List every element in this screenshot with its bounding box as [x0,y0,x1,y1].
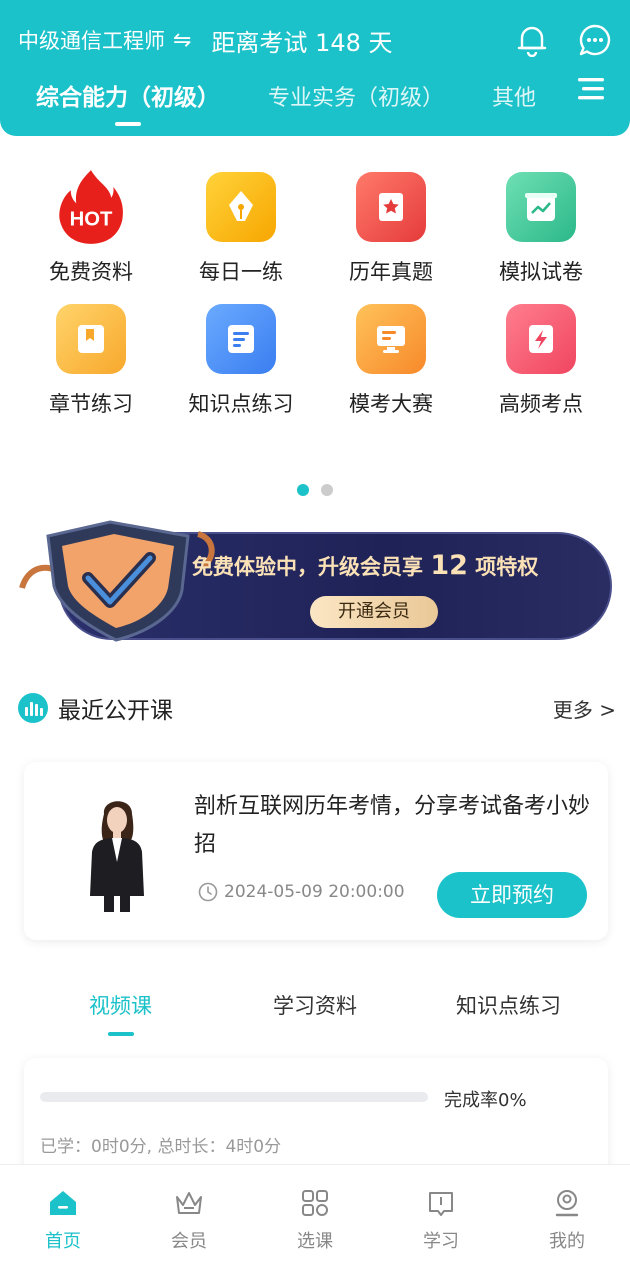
user-icon [555,1190,579,1217]
grid-label: 高频考点 [499,392,583,416]
grid-item-mock-papers[interactable]: 模拟试卷 [466,172,616,286]
monitor-icon [356,304,426,374]
home-icon [50,1191,76,1215]
grid-label: 章节练习 [49,392,133,416]
section-header-public-courses: 最近公开课 更多 > [18,688,616,728]
bookmark-icon [56,304,126,374]
tab-comprehensive[interactable]: 综合能力（初级） [36,78,220,112]
nav-item-profile[interactable]: 我的 [504,1165,630,1280]
document-icon [206,304,276,374]
course-time-row: 2024-05-09 20:00:00 [198,882,405,902]
header: 中级通信工程师 ⇋ 距离考试 148 天 综合能力（初级） 专业实务（初级） 其… [0,0,630,136]
banner-text-prefix: 免费体验中，升级会员享 [192,555,431,579]
grid-icon [302,1190,328,1216]
pen-nib-icon [206,172,276,242]
banner-privilege-count: 12 [430,550,468,581]
open-membership-button[interactable]: 开通会员 [310,596,438,628]
grid-item-free-materials[interactable]: HOT 免费资料 [16,170,166,286]
lightning-icon [506,304,576,374]
tab-knowledge-practice[interactable]: 知识点练习 [456,990,561,1020]
study-time-info: 已学：0时0分, 总时长：4时0分 [40,1137,282,1157]
subject-tabs: 综合能力（初级） 专业实务（初级） 其他 [36,78,584,112]
exam-countdown: 距离考试 148 天 [211,28,393,57]
menu-icon[interactable] [578,78,604,104]
nav-item-home[interactable]: 首页 [0,1165,126,1280]
nav-label: 学习 [423,1231,459,1252]
page-indicator [0,484,630,496]
page-dot-active[interactable] [297,484,309,496]
grid-label: 模考大赛 [349,392,433,416]
bottom-nav: 首页 会员 选课 学习 我的 [0,1164,630,1280]
grid-label: 模拟试卷 [499,260,583,284]
header-top-row: 中级通信工程师 ⇋ 距离考试 148 天 [18,20,612,60]
crown-icon [176,1192,202,1214]
nav-item-courses[interactable]: 选课 [252,1165,378,1280]
page-dot[interactable] [321,484,333,496]
tab-study-materials[interactable]: 学习资料 [273,990,357,1020]
grid-item-daily-practice[interactable]: 每日一练 [166,172,316,286]
teacher-avatar [90,801,144,912]
feature-grid: HOT 免费资料 每日一练 历年真题 模拟试卷 章节练习 知识点练习 模考大赛 … [16,170,616,418]
grid-item-past-exams[interactable]: 历年真题 [316,172,466,286]
section-title: 最近公开课 [58,698,173,724]
course-title: 剖析互联网历年考情，分享考试备考小妙招 [194,794,591,857]
book-icon [429,1192,453,1216]
nav-label: 选课 [297,1231,333,1252]
grid-label: 知识点练习 [188,392,294,416]
content-tabs: 视频课 学习资料 知识点练习 [0,990,630,1030]
bell-icon[interactable] [516,23,548,57]
more-link[interactable]: 更多 > [553,694,616,723]
nav-label: 我的 [549,1231,585,1252]
course-time: 2024-05-09 20:00:00 [224,882,405,902]
hot-fire-icon: HOT [56,170,126,244]
tab-other[interactable]: 其他 [492,80,536,112]
star-book-icon [356,172,426,242]
grid-item-knowledge-practice[interactable]: 知识点练习 [166,304,316,418]
reserve-button[interactable]: 立即预约 [437,872,587,918]
grid-item-frequent-points[interactable]: 高频考点 [466,304,616,418]
header-actions [516,20,612,60]
exam-name[interactable]: 中级通信工程师 [18,25,165,55]
swap-exam-icon[interactable]: ⇋ [173,28,191,53]
progress-bar [40,1092,428,1102]
svg-text:HOT: HOT [70,208,113,230]
tab-professional[interactable]: 专业实务（初级） [268,80,444,112]
clock-icon [198,882,218,902]
grid-label: 免费资料 [49,260,133,284]
grid-label: 历年真题 [349,260,433,284]
banner-text-suffix: 项特权 [467,555,539,579]
nav-item-membership[interactable]: 会员 [126,1165,252,1280]
public-course-card[interactable]: 剖析互联网历年考情，分享考试备考小妙招 2024-05-09 20:00:00 … [24,762,608,940]
membership-banner[interactable]: 免费体验中，升级会员享 12 项特权 开通会员 [18,516,612,644]
completion-rate: 完成率0% [444,1090,527,1111]
shield-check-icon [19,520,215,642]
nav-label: 首页 [45,1231,81,1252]
banner-headline: 免费体验中，升级会员享 12 项特权 [192,550,538,581]
tab-video-courses[interactable]: 视频课 [89,990,152,1020]
bar-chart-icon [18,693,48,723]
grid-item-mock-contest[interactable]: 模考大赛 [316,304,466,418]
nav-item-study[interactable]: 学习 [378,1165,504,1280]
chart-paper-icon [506,172,576,242]
grid-item-chapter-practice[interactable]: 章节练习 [16,304,166,418]
chat-icon[interactable] [578,23,612,57]
grid-label: 每日一练 [199,260,283,284]
nav-label: 会员 [171,1231,207,1252]
